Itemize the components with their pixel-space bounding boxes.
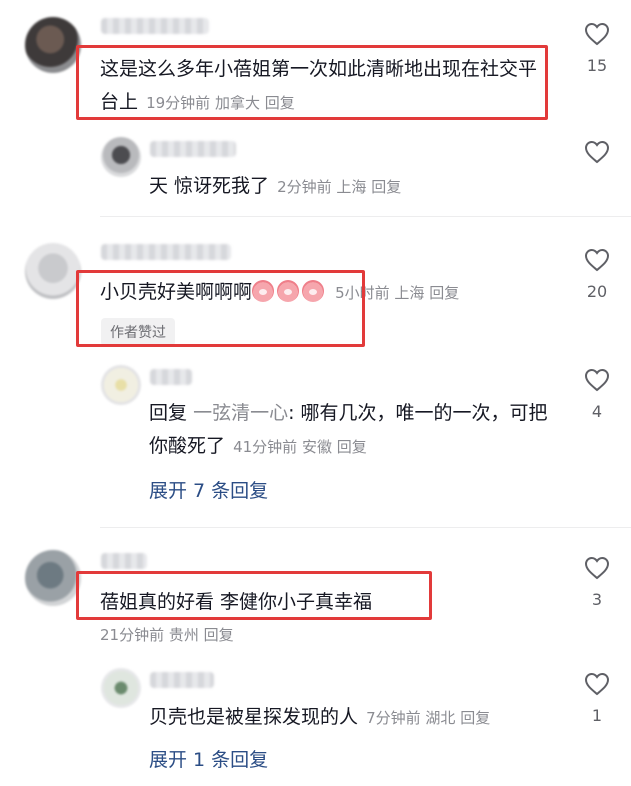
reply-button[interactable]: 回复: [460, 709, 490, 727]
comment-body: 回复 一弦清一心: 哪有几次，唯一的一次，可把你酸死了 41分钟前 安徽 回复: [149, 397, 549, 464]
like-count: 15: [586, 56, 608, 75]
expand-replies-button[interactable]: 展开 7 条回复: [149, 476, 268, 503]
avatar[interactable]: [101, 365, 141, 405]
mention-user[interactable]: 一弦清一心: [193, 402, 288, 424]
highlight-box: [76, 571, 432, 620]
like-button[interactable]: 20: [577, 248, 617, 301]
comment-meta: 2分钟前 上海 回复: [277, 178, 401, 196]
reply-prefix: 回复: [149, 402, 188, 424]
comment-time: 21分钟前: [100, 626, 165, 644]
reply-button[interactable]: 回复: [429, 284, 459, 302]
like-count: 20: [586, 282, 608, 301]
like-button[interactable]: [577, 140, 617, 164]
like-button[interactable]: 1: [577, 672, 617, 725]
username-blurred[interactable]: [101, 553, 147, 569]
avatar[interactable]: [25, 17, 81, 73]
comment-meta-line: 21分钟前 贵州 回复: [100, 626, 234, 644]
comment-location: 上海: [394, 284, 425, 302]
username-blurred[interactable]: [150, 141, 236, 157]
comment-meta: 21分钟前 贵州 回复: [100, 618, 400, 652]
heart-outline-icon: [584, 368, 610, 392]
highlight-box: [76, 270, 365, 347]
heart-outline-icon: [584, 140, 610, 164]
heart-outline-icon: [584, 672, 610, 696]
username-blurred[interactable]: [150, 672, 214, 688]
comment-time: 41分钟前: [233, 438, 298, 456]
comment-location: 上海: [336, 178, 367, 196]
avatar[interactable]: [25, 243, 81, 299]
username-blurred[interactable]: [101, 18, 209, 34]
comment-time: 2分钟前: [277, 178, 332, 196]
avatar[interactable]: [101, 668, 141, 708]
comment-time: 7分钟前: [366, 709, 421, 727]
divider: [100, 216, 631, 217]
heart-outline-icon: [584, 22, 610, 46]
like-count: 1: [591, 706, 603, 725]
comment-meta: 7分钟前 湖北 回复: [366, 709, 490, 727]
reply-button[interactable]: 回复: [337, 438, 367, 456]
reply-button[interactable]: 回复: [204, 626, 234, 644]
username-blurred[interactable]: [150, 369, 192, 385]
like-button[interactable]: 4: [577, 368, 617, 421]
comment-body: 贝壳也是被星探发现的人 7分钟前 湖北 回复: [149, 701, 569, 735]
comment-meta: 41分钟前 安徽 回复: [233, 438, 367, 456]
reply-button[interactable]: 回复: [371, 178, 401, 196]
highlight-box: [76, 45, 548, 120]
like-button[interactable]: 15: [577, 22, 617, 75]
comment-text: 天 惊讶死我了: [149, 175, 270, 197]
like-count: 3: [591, 590, 603, 609]
divider: [100, 527, 631, 528]
comment-text: 贝壳也是被星探发现的人: [149, 706, 359, 728]
heart-outline-icon: [584, 248, 610, 272]
comment-body: 天 惊讶死我了 2分钟前 上海 回复: [149, 170, 549, 204]
heart-outline-icon: [584, 556, 610, 580]
avatar[interactable]: [101, 137, 141, 177]
like-button[interactable]: 3: [577, 556, 617, 609]
username-blurred[interactable]: [101, 244, 231, 260]
comment-location: 湖北: [425, 709, 456, 727]
avatar[interactable]: [25, 550, 81, 606]
like-count: 4: [591, 402, 603, 421]
comment-location: 贵州: [168, 626, 199, 644]
expand-replies-button[interactable]: 展开 1 条回复: [149, 745, 268, 772]
comment-location: 安徽: [301, 438, 332, 456]
